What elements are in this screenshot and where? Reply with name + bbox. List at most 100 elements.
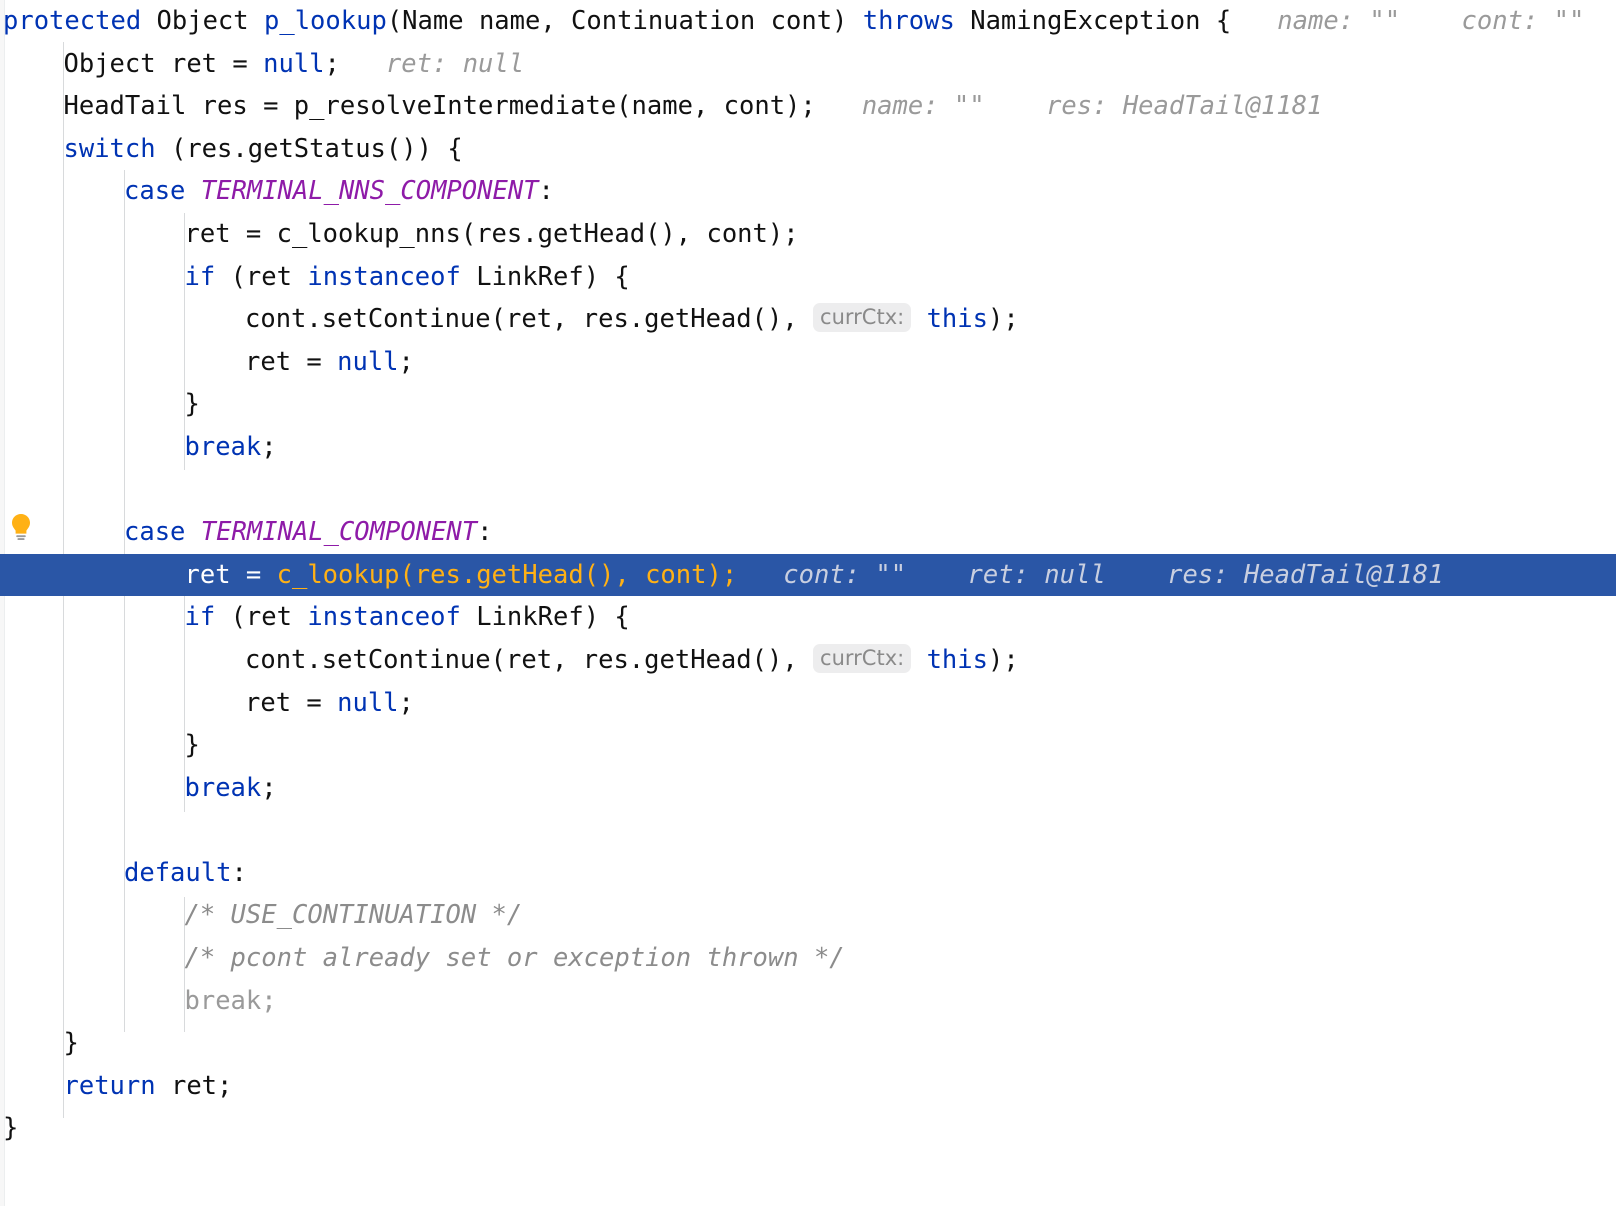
code-line[interactable]: Object ret = null; ret: null	[0, 43, 1616, 86]
code-token-plain: ret;	[155, 1070, 233, 1101]
code-token-hint: res: HeadTail@1181	[984, 91, 1323, 122]
code-token-kw: break	[184, 431, 262, 462]
code-line[interactable]: ret = c_lookup_nns(res.getHead(), cont);	[0, 213, 1616, 256]
code-line[interactable]: if (ret instanceof LinkRef) {	[0, 256, 1616, 299]
code-line[interactable]: HeadTail res = p_resolveIntermediate(nam…	[0, 85, 1616, 128]
code-token-plain: (ret	[215, 261, 308, 292]
code-token-plain: ;	[324, 48, 340, 79]
code-line-text: /* USE_CONTINUATION */	[185, 900, 523, 930]
code-token-plain: ;	[261, 431, 277, 462]
code-line-text: break;	[185, 773, 277, 803]
code-content[interactable]: protected Object p_lookup(Name name, Con…	[0, 0, 1616, 1150]
code-line[interactable]: if (ret instanceof LinkRef) {	[0, 596, 1616, 639]
code-token-plain: }	[63, 1028, 79, 1059]
parameter-hint-chip[interactable]: currCtx:	[813, 303, 912, 333]
code-token-kw: null	[337, 687, 399, 718]
code-line[interactable]: cont.setContinue(ret, res.getHead(), cur…	[0, 639, 1616, 682]
code-token-plain: ret =	[245, 687, 338, 718]
code-token-hint: cont: ""	[737, 559, 907, 590]
code-token-kw: protected	[3, 6, 142, 36]
code-token-plain: Object ret =	[63, 48, 264, 79]
code-line[interactable]: protected Object p_lookup(Name name, Con…	[0, 0, 1616, 43]
code-line[interactable]: case TERMINAL_NNS_COMPONENT:	[0, 170, 1616, 213]
code-token-call: c_lookup(res.getHead(), cont);	[276, 559, 738, 590]
code-token-plain: (ret	[215, 602, 308, 633]
code-line[interactable]: break;	[0, 980, 1616, 1023]
code-line-text: return ret;	[64, 1071, 233, 1101]
code-line-text: ret = null;	[245, 347, 414, 377]
code-line[interactable]: }	[0, 724, 1616, 767]
code-line[interactable]: switch (res.getStatus()) {	[0, 128, 1616, 171]
code-token-kw: if	[184, 602, 216, 633]
code-line[interactable]: ret = null;	[0, 682, 1616, 725]
code-line[interactable]: case TERMINAL_COMPONENT:	[0, 511, 1616, 554]
code-line-text: default:	[124, 858, 247, 888]
code-token-dim: break;	[184, 985, 277, 1016]
code-line-text: cont.setContinue(ret, res.getHead(), cur…	[245, 643, 1019, 675]
code-line[interactable]: /* USE_CONTINUATION */	[0, 894, 1616, 937]
code-token-kw: case	[124, 517, 186, 548]
code-line-text: }	[64, 1028, 79, 1058]
code-token-hint: res: HeadTail@1181	[1105, 559, 1444, 590]
code-line[interactable]	[0, 469, 1616, 512]
code-line-text: ret = c_lookup_nns(res.getHead(), cont);	[185, 219, 799, 249]
code-token-plain: cont.setContinue(ret, res.getHead(),	[245, 304, 814, 335]
code-line[interactable]: break;	[0, 426, 1616, 469]
code-line-text: /* pcont already set or exception thrown…	[185, 943, 845, 973]
code-token-hint: ret: null	[339, 48, 525, 79]
code-line[interactable]: }	[0, 1107, 1616, 1150]
code-line[interactable]: return ret;	[0, 1065, 1616, 1108]
code-line[interactable]: /* pcont already set or exception thrown…	[0, 937, 1616, 980]
code-token-const: TERMINAL_COMPONENT	[200, 517, 478, 548]
code-token-kw: break	[184, 772, 262, 803]
code-token-plain: ret =	[245, 346, 338, 377]
code-line-text: }	[185, 730, 200, 760]
code-line-text: ret = c_lookup(res.getHead(), cont); con…	[185, 560, 1444, 590]
code-token-plain: );	[987, 644, 1019, 675]
code-token-plain: :	[477, 517, 493, 548]
code-token-plain: ret = c_lookup_nns(res.getHead(), cont);	[184, 218, 799, 249]
code-token-hint: name: ""	[815, 91, 985, 122]
code-line[interactable]: }	[0, 383, 1616, 426]
code-line-current[interactable]: ret = c_lookup(res.getHead(), cont); con…	[0, 553, 1616, 597]
code-token-comment: /* pcont already set or exception thrown…	[184, 943, 845, 974]
code-line-text: if (ret instanceof LinkRef) {	[185, 602, 630, 632]
code-token-kw: this	[926, 304, 988, 335]
code-line-text: }	[3, 1113, 18, 1143]
code-token-plain: }	[184, 730, 200, 761]
code-line[interactable]: default:	[0, 852, 1616, 895]
code-token-plain: (Name name, Continuation cont)	[386, 6, 863, 36]
parameter-hint-chip[interactable]: currCtx:	[813, 643, 912, 673]
code-token-kw: throws	[862, 6, 955, 36]
code-line-text: ret = null;	[245, 688, 414, 718]
code-token-kw: this	[926, 644, 988, 675]
code-line[interactable]: break;	[0, 767, 1616, 810]
code-token-plain: LinkRef) {	[460, 602, 630, 633]
code-token-kw: switch	[63, 133, 156, 164]
code-token-plain: ret =	[184, 559, 277, 590]
code-token-kw: null	[263, 48, 325, 79]
code-line-text: break;	[185, 986, 277, 1016]
code-token-hint: cont: ""	[1400, 6, 1585, 36]
lightbulb-icon[interactable]	[8, 511, 34, 543]
code-token-plain: HeadTail res = p_resolveIntermediate(nam…	[63, 91, 816, 122]
code-line[interactable]: ret = null;	[0, 341, 1616, 384]
code-token-plain: );	[987, 304, 1019, 335]
code-token-plain: :	[231, 857, 247, 888]
code-token-plain: :	[538, 176, 554, 207]
code-token-plain: ;	[261, 772, 277, 803]
code-token-kw: instanceof	[307, 261, 461, 292]
code-line-text: if (ret instanceof LinkRef) {	[185, 262, 630, 292]
code-line-text: case TERMINAL_COMPONENT:	[124, 517, 492, 547]
code-token-plain: Object	[141, 6, 264, 36]
code-line[interactable]: cont.setContinue(ret, res.getHead(), cur…	[0, 298, 1616, 341]
code-token-kw: instanceof	[307, 602, 461, 633]
code-line[interactable]: }	[0, 1022, 1616, 1065]
code-line[interactable]	[0, 809, 1616, 852]
code-token-plain: LinkRef) {	[460, 261, 630, 292]
code-token-kw: default	[124, 857, 232, 888]
code-editor[interactable]: protected Object p_lookup(Name name, Con…	[0, 0, 1616, 1206]
